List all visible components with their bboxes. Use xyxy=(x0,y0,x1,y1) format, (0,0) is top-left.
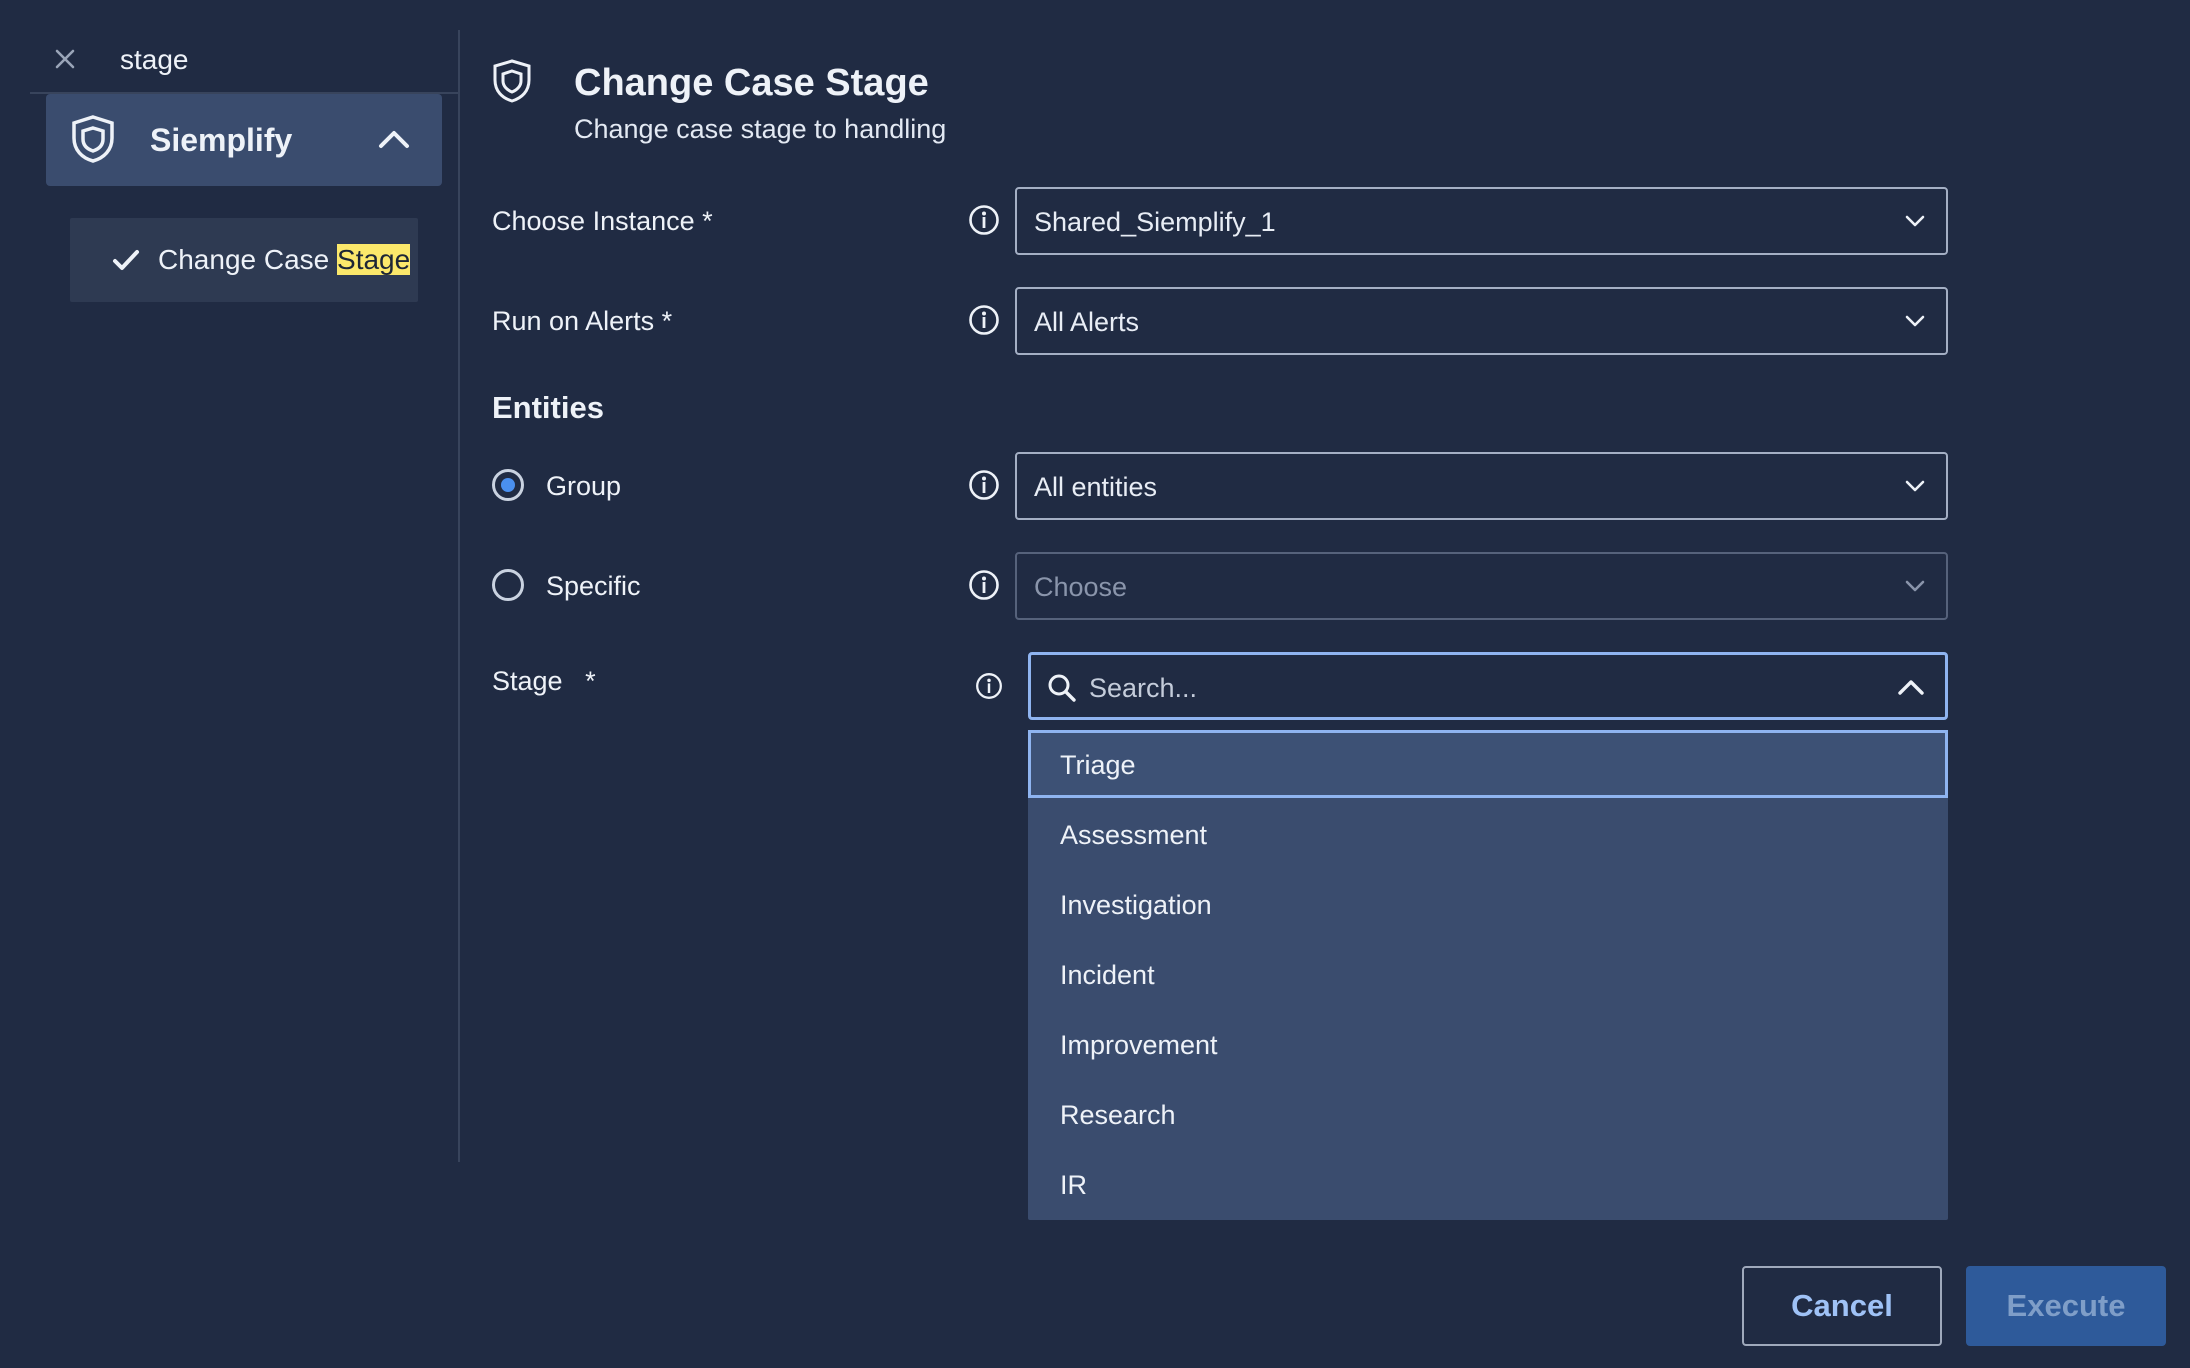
close-icon[interactable] xyxy=(48,42,82,76)
chevron-down-icon xyxy=(1905,480,1925,492)
specific-entities-placeholder: Choose xyxy=(1034,572,1128,602)
cancel-button[interactable]: Cancel xyxy=(1742,1266,1942,1346)
chevron-down-icon xyxy=(1905,215,1925,227)
result-label-prefix: Change Case xyxy=(158,244,338,275)
stage-option-label: Investigation xyxy=(1060,890,1212,920)
execute-button[interactable]: Execute xyxy=(1966,1266,2166,1346)
choose-instance-value: Shared_Siemplify_1 xyxy=(1034,207,1276,237)
entities-section-title: Entities xyxy=(492,390,604,425)
stage-option-assessment[interactable]: Assessment xyxy=(1028,800,1948,868)
specific-radio-label[interactable]: Specific xyxy=(546,571,641,602)
action-title: Change Case Stage xyxy=(574,62,929,104)
stage-option-research[interactable]: Research xyxy=(1028,1080,1948,1148)
stage-option-improvement[interactable]: Improvement xyxy=(1028,1010,1948,1078)
stage-search-input[interactable]: Search... xyxy=(1089,673,1197,704)
action-subtitle: Change case stage to handling xyxy=(574,114,947,144)
run-on-alerts-label: Run on Alerts * xyxy=(492,306,673,336)
group-entities-select[interactable]: All entities xyxy=(1015,452,1948,520)
search-input[interactable]: stage xyxy=(120,44,189,76)
stage-options-list: Triage Assessment Investigation Incident… xyxy=(1028,730,1948,1220)
stage-option-label: Incident xyxy=(1060,960,1155,990)
stage-option-investigation[interactable]: Investigation xyxy=(1028,870,1948,938)
check-icon xyxy=(113,250,139,270)
info-icon[interactable] xyxy=(968,304,1000,336)
stage-option-label: Assessment xyxy=(1060,820,1208,850)
info-icon[interactable] xyxy=(975,672,1003,700)
action-result-item[interactable]: Change Case Stage xyxy=(70,218,418,302)
stage-option-triage[interactable]: Triage xyxy=(1028,730,1948,798)
chevron-up-icon[interactable] xyxy=(1897,677,1925,697)
specific-entities-select[interactable]: Choose xyxy=(1015,552,1948,620)
info-icon[interactable] xyxy=(968,569,1000,601)
chevron-down-icon xyxy=(1905,315,1925,327)
search-results-panel: stage Siemplify Change Case Stage xyxy=(0,0,458,1162)
chevron-down-icon xyxy=(1905,580,1925,592)
stage-option-incident[interactable]: Incident xyxy=(1028,940,1948,1008)
search-bar: stage xyxy=(30,30,458,94)
stage-option-label: Research xyxy=(1060,1100,1176,1130)
shield-icon xyxy=(72,115,114,163)
group-radio-label[interactable]: Group xyxy=(546,471,621,502)
stage-select-search[interactable]: Search... xyxy=(1028,652,1948,720)
specific-radio[interactable] xyxy=(492,569,524,601)
shield-icon xyxy=(493,59,531,103)
run-on-alerts-select[interactable]: All Alerts xyxy=(1015,287,1948,355)
run-on-alerts-value: All Alerts xyxy=(1034,307,1140,337)
stage-option-label: IR xyxy=(1060,1170,1087,1200)
action-result-label: Change Case Stage xyxy=(158,244,411,276)
stage-label: Stage * xyxy=(492,666,596,696)
group-entities-value: All entities xyxy=(1034,472,1158,502)
group-radio[interactable] xyxy=(492,469,524,501)
info-icon[interactable] xyxy=(968,204,1000,236)
stage-option-label: Triage xyxy=(1060,750,1136,780)
chevron-up-icon[interactable] xyxy=(376,124,412,154)
panel-divider xyxy=(458,30,460,1162)
search-icon xyxy=(1048,674,1076,702)
search-match-highlight: Stage xyxy=(337,244,411,275)
choose-instance-label: Choose Instance * xyxy=(492,206,713,236)
info-icon[interactable] xyxy=(968,469,1000,501)
stage-option-label: Improvement xyxy=(1060,1030,1218,1060)
stage-option-ir[interactable]: IR xyxy=(1028,1150,1948,1218)
integration-group-title: Siemplify xyxy=(150,122,293,158)
choose-instance-select[interactable]: Shared_Siemplify_1 xyxy=(1015,187,1948,255)
integration-group-header[interactable]: Siemplify xyxy=(46,94,442,186)
